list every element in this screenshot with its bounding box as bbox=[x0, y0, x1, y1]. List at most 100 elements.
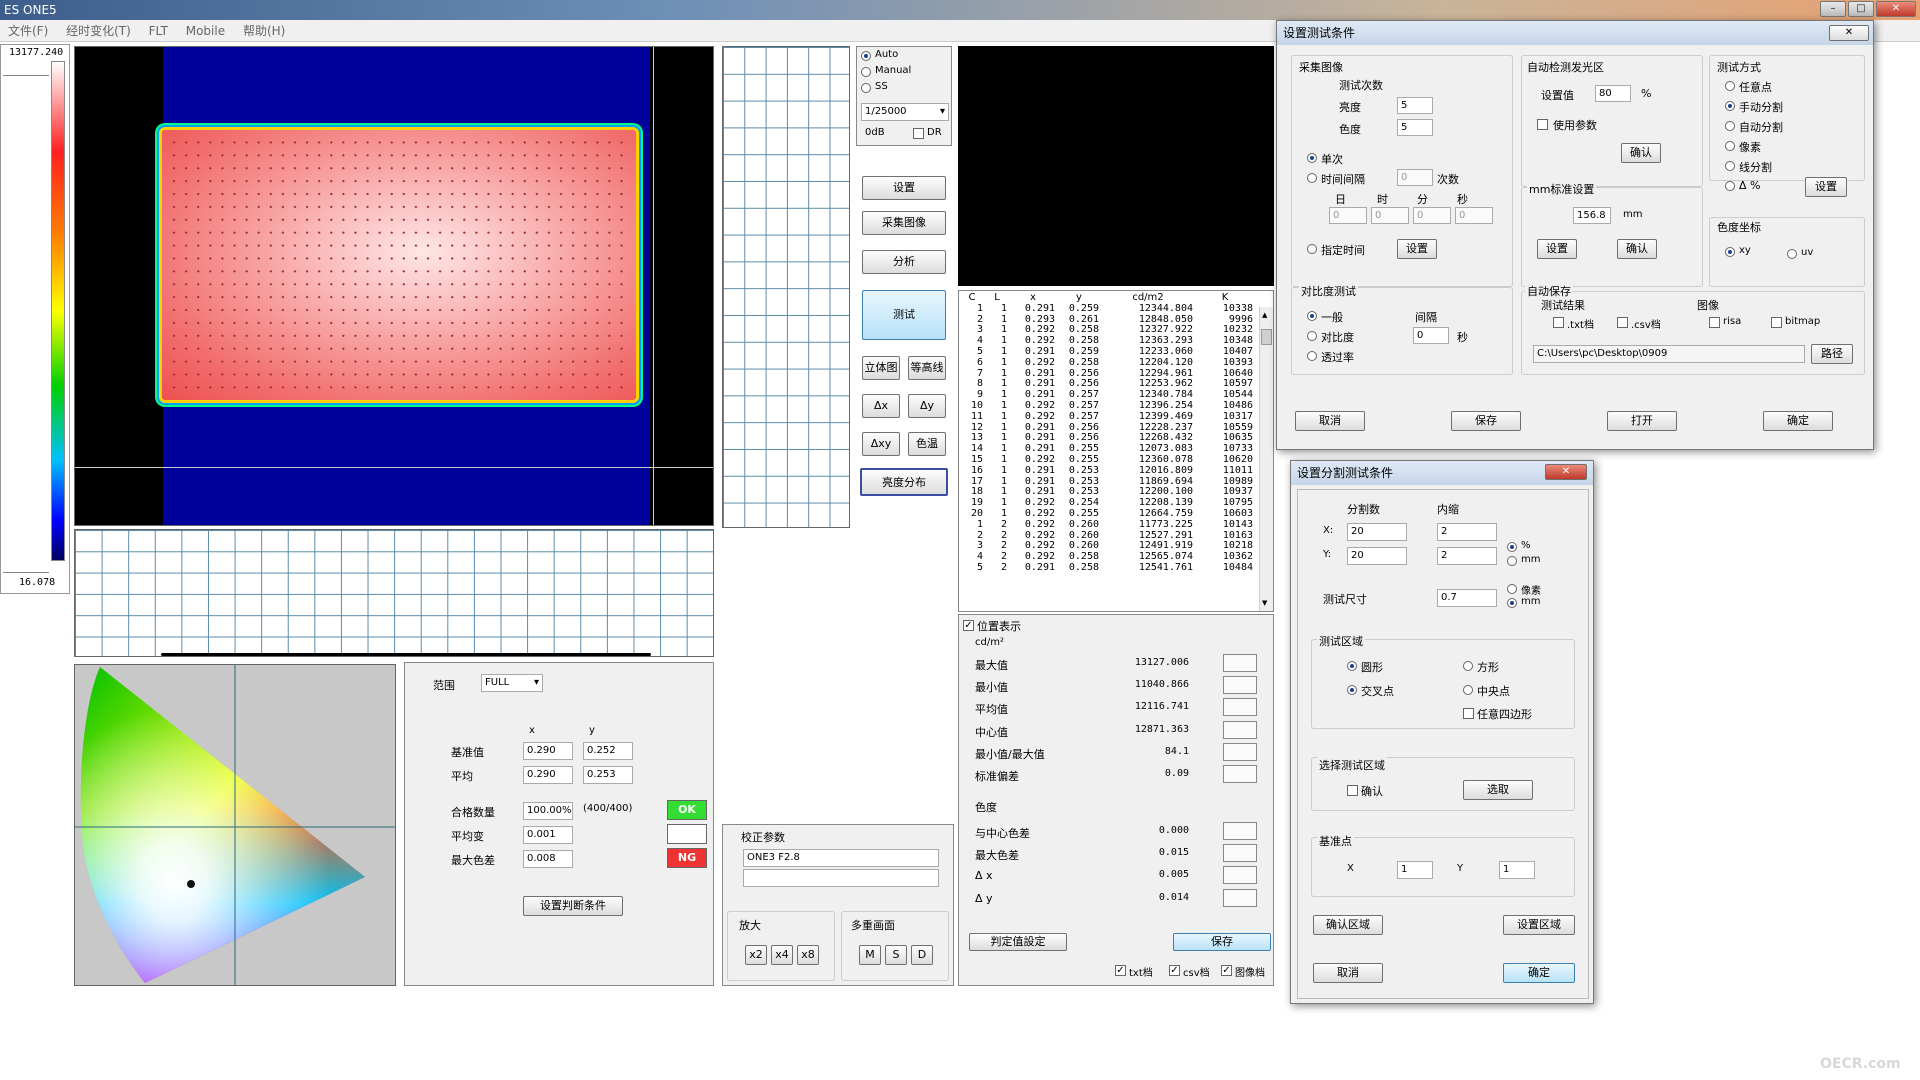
inner-mm-radio[interactable] bbox=[1507, 556, 1517, 566]
zoom-x8-button[interactable]: x8 bbox=[797, 945, 819, 965]
brightness-dist-button[interactable]: 亮度分布 bbox=[860, 468, 948, 496]
menu-time-change[interactable]: 经时变化(T) bbox=[66, 24, 131, 38]
delta-xy-button[interactable]: Δxy bbox=[862, 432, 900, 456]
scroll-thumb[interactable] bbox=[1261, 329, 1272, 345]
table-row[interactable]: 11 1 0.292 0.257 12399.469 10317 bbox=[959, 411, 1255, 423]
dialog1-ok-button[interactable]: 确定 bbox=[1763, 411, 1833, 431]
color-temp-button[interactable]: 色温 bbox=[908, 432, 946, 456]
auto-confirm-button[interactable]: 确认 bbox=[1621, 143, 1661, 163]
table-scrollbar[interactable]: ▲ ▼ bbox=[1259, 307, 1273, 611]
fixed-time-radio[interactable] bbox=[1307, 244, 1317, 254]
mm-field[interactable]: 156.8 bbox=[1573, 207, 1611, 224]
ref-x-field[interactable]: 1 bbox=[1397, 861, 1433, 879]
test-button[interactable]: 测试 bbox=[862, 290, 946, 340]
table-row[interactable]: 16 1 0.291 0.253 12016.809 11011 bbox=[959, 465, 1255, 477]
dialog2-ok-button[interactable]: 确定 bbox=[1503, 963, 1575, 983]
size-pixel-radio[interactable] bbox=[1507, 584, 1517, 594]
dialog1-cancel-button[interactable]: 取消 bbox=[1295, 411, 1365, 431]
close-button[interactable]: ✕ bbox=[1876, 1, 1916, 17]
capture-button[interactable]: 采集图像 bbox=[862, 211, 946, 235]
zoom-x2-button[interactable]: x2 bbox=[745, 945, 767, 965]
select-button[interactable]: 选取 bbox=[1463, 780, 1533, 800]
multi-m-button[interactable]: M bbox=[859, 945, 881, 965]
div-x-field[interactable]: 20 bbox=[1347, 523, 1407, 541]
menu-mobile[interactable]: Mobile bbox=[186, 24, 225, 38]
minute-field[interactable]: 0 bbox=[1413, 207, 1451, 224]
analyze-button[interactable]: 分析 bbox=[862, 250, 946, 274]
method-set-button[interactable]: 设置 bbox=[1805, 177, 1847, 197]
method-any-point-radio[interactable] bbox=[1725, 81, 1735, 91]
setval-field[interactable]: 80 bbox=[1595, 85, 1631, 102]
inner-pct-radio[interactable] bbox=[1507, 542, 1517, 552]
csv-checkbox[interactable]: ✓ bbox=[1169, 965, 1180, 976]
txt-checkbox[interactable]: ✓ bbox=[1115, 965, 1126, 976]
table-row[interactable]: 1 1 0.291 0.259 12344.804 10338 bbox=[959, 303, 1255, 315]
dialog1-close-button[interactable]: ✕ bbox=[1829, 25, 1869, 41]
menu-flt[interactable]: FLT bbox=[149, 24, 168, 38]
brightness-count-field[interactable]: 5 bbox=[1397, 97, 1433, 114]
mode-auto-radio[interactable] bbox=[861, 51, 871, 61]
contour-button[interactable]: 等高线 bbox=[908, 356, 946, 380]
hour-field[interactable]: 0 bbox=[1371, 207, 1409, 224]
area-center-radio[interactable] bbox=[1463, 685, 1473, 695]
day-field[interactable]: 0 bbox=[1329, 207, 1367, 224]
single-radio[interactable] bbox=[1307, 153, 1317, 163]
zoom-x4-button[interactable]: x4 bbox=[771, 945, 793, 965]
range-select[interactable]: FULL ▾ bbox=[481, 674, 543, 692]
cie-chromaticity-diagram[interactable] bbox=[74, 664, 396, 986]
size-field[interactable]: 0.7 bbox=[1437, 589, 1497, 607]
inner-y-field[interactable]: 2 bbox=[1437, 547, 1497, 565]
ref-y-field[interactable]: 1 bbox=[1499, 861, 1535, 879]
contrast-general-radio[interactable] bbox=[1307, 311, 1317, 321]
mode-ss-radio[interactable] bbox=[861, 83, 871, 93]
area-square-radio[interactable] bbox=[1463, 661, 1473, 671]
settings-button[interactable]: 设置 bbox=[862, 176, 946, 200]
dialog1-open-button[interactable]: 打开 bbox=[1607, 411, 1677, 431]
method-delta-pct-radio[interactable] bbox=[1725, 181, 1735, 191]
div-y-field[interactable]: 20 bbox=[1347, 547, 1407, 565]
save-path-field[interactable]: C:\Users\pc\Desktop\0909 bbox=[1533, 345, 1805, 363]
table-row[interactable]: 1 2 0.292 0.260 11773.225 10143 bbox=[959, 519, 1255, 531]
dialog2-close-button[interactable]: ✕ bbox=[1545, 464, 1587, 480]
set-judge-button[interactable]: 设置判断条件 bbox=[523, 896, 623, 916]
shutter-select[interactable]: 1/25000 ▾ bbox=[861, 103, 949, 121]
base-y-field[interactable]: 0.252 bbox=[583, 742, 633, 760]
delta-y-button[interactable]: Δy bbox=[908, 394, 946, 418]
luminance-image[interactable] bbox=[74, 46, 714, 526]
save-bitmap-checkbox[interactable] bbox=[1771, 317, 1782, 328]
method-pixel-radio[interactable] bbox=[1725, 141, 1735, 151]
mm-confirm-button[interactable]: 确认 bbox=[1617, 239, 1657, 259]
cursor-h-line[interactable] bbox=[75, 467, 713, 468]
save-txt-checkbox[interactable] bbox=[1553, 317, 1564, 328]
contrast-trans-radio[interactable] bbox=[1307, 351, 1317, 361]
interval-radio[interactable] bbox=[1307, 173, 1317, 183]
inner-x-field[interactable]: 2 bbox=[1437, 523, 1497, 541]
use-param-checkbox[interactable] bbox=[1537, 119, 1548, 130]
cursor-v-line[interactable] bbox=[653, 47, 654, 525]
coord-uv-radio[interactable] bbox=[1787, 249, 1797, 259]
path-button[interactable]: 路径 bbox=[1811, 344, 1853, 364]
interval-count-field[interactable]: 0 bbox=[1397, 169, 1433, 186]
set-area-button[interactable]: 设置区域 bbox=[1503, 915, 1575, 935]
multi-s-button[interactable]: S bbox=[885, 945, 907, 965]
fixed-time-set-button[interactable]: 设置 bbox=[1397, 239, 1437, 259]
method-auto-div-radio[interactable] bbox=[1725, 121, 1735, 131]
area-cross-radio[interactable] bbox=[1347, 685, 1357, 695]
scroll-down-icon[interactable]: ▼ bbox=[1262, 599, 1267, 607]
chroma-count-field[interactable]: 5 bbox=[1397, 119, 1433, 136]
mode-manual-radio[interactable] bbox=[861, 67, 871, 77]
save-button[interactable]: 保存 bbox=[1173, 933, 1271, 951]
maximize-button[interactable]: □ bbox=[1848, 1, 1874, 17]
second-field[interactable]: 0 bbox=[1455, 207, 1493, 224]
base-x-field[interactable]: 0.290 bbox=[523, 742, 573, 760]
image-checkbox[interactable]: ✓ bbox=[1221, 965, 1232, 976]
menu-help[interactable]: 帮助(H) bbox=[243, 24, 285, 38]
save-csv-checkbox[interactable] bbox=[1617, 317, 1628, 328]
dialog2-cancel-button[interactable]: 取消 bbox=[1313, 963, 1383, 983]
method-line-div-radio[interactable] bbox=[1725, 161, 1735, 171]
judge-set-button[interactable]: 判定值設定 bbox=[969, 933, 1067, 951]
multi-d-button[interactable]: D bbox=[911, 945, 933, 965]
coord-xy-radio[interactable] bbox=[1725, 247, 1735, 257]
save-risa-checkbox[interactable] bbox=[1709, 317, 1720, 328]
delta-x-button[interactable]: Δx bbox=[862, 394, 900, 418]
